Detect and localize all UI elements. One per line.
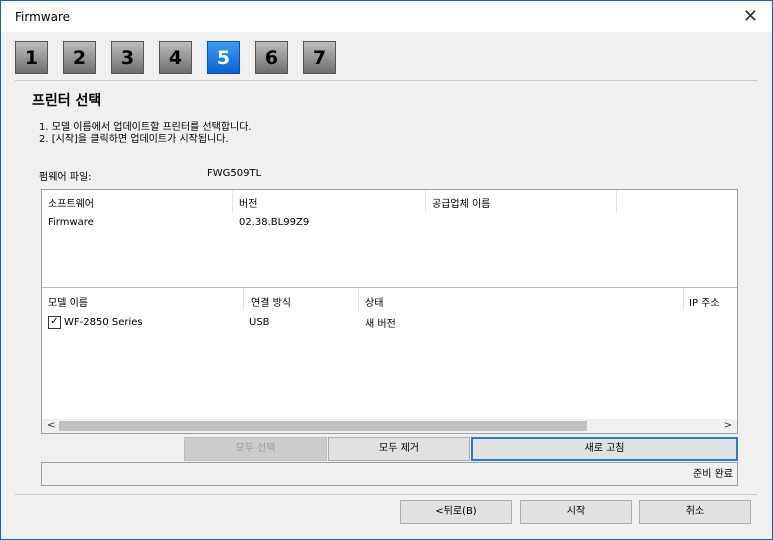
- header-version[interactable]: 버전: [239, 195, 257, 210]
- page-title: 프린터 선택: [32, 93, 102, 109]
- step-6: 6: [255, 41, 288, 74]
- column-divider: [425, 190, 426, 212]
- printer-list-panel: 소프트웨어 버전 공급업체 이름 Firmware 02.38.BL99Z9 모…: [41, 189, 738, 434]
- status-bar: 준비 완료: [41, 462, 738, 486]
- cancel-button[interactable]: 취소: [639, 500, 751, 524]
- step-4: 4: [159, 41, 192, 74]
- firmware-file-label: 펌웨어 파일:: [39, 172, 92, 183]
- step-1: 1: [15, 41, 48, 74]
- version-cell: 02.38.BL99Z9: [239, 217, 310, 228]
- header-model-name[interactable]: 모델 이름: [48, 294, 88, 309]
- scrollbar-thumb[interactable]: [59, 421, 587, 431]
- column-divider: [232, 190, 233, 212]
- column-divider: [243, 288, 244, 310]
- header-vendor[interactable]: 공급업체 이름: [432, 195, 490, 210]
- model-checkbox[interactable]: ✓: [48, 316, 61, 329]
- column-divider: [358, 288, 359, 310]
- window-title: Firmware: [15, 10, 70, 24]
- refresh-button[interactable]: 새로 고침: [471, 437, 738, 461]
- connection-cell: USB: [249, 317, 270, 328]
- step-5-active: 5: [207, 41, 240, 74]
- select-all-button[interactable]: 모두 선택: [184, 437, 327, 461]
- firmware-window: Firmware ✕ 1 2 3 4 5 6 7 프린터 선택 1. 모델 이름…: [1, 1, 772, 539]
- instruction-2: 2. [시작]을 클릭하면 업데이트가 시작됩니다.: [39, 134, 229, 145]
- table-divider: [42, 287, 737, 288]
- close-icon[interactable]: ✕: [743, 6, 758, 27]
- title-bar: Firmware ✕: [1, 1, 772, 32]
- start-button[interactable]: 시작: [520, 500, 632, 524]
- step-7: 7: [303, 41, 336, 74]
- scroll-left-icon[interactable]: <: [47, 419, 55, 433]
- status-text: 준비 완료: [693, 469, 733, 480]
- clear-all-button[interactable]: 모두 제거: [328, 437, 470, 461]
- top-divider: [15, 80, 757, 81]
- firmware-file-value: FWG509TL: [207, 168, 262, 179]
- column-divider: [683, 288, 684, 310]
- header-ip-address[interactable]: IP 주소: [689, 294, 720, 309]
- scroll-right-icon[interactable]: >: [724, 419, 732, 433]
- horizontal-scrollbar[interactable]: < >: [42, 419, 737, 433]
- status-cell: 새 버전: [365, 319, 396, 330]
- model-name-cell[interactable]: WF-2850 Series: [64, 317, 143, 328]
- software-cell: Firmware: [48, 217, 94, 228]
- step-2: 2: [63, 41, 96, 74]
- header-software[interactable]: 소프트웨어: [48, 195, 94, 210]
- back-button[interactable]: <뒤로(B): [400, 500, 512, 524]
- header-connection[interactable]: 연결 방식: [251, 294, 291, 309]
- bottom-divider: [15, 494, 757, 495]
- header-status[interactable]: 상태: [365, 294, 383, 309]
- step-3: 3: [111, 41, 144, 74]
- column-divider: [616, 190, 617, 212]
